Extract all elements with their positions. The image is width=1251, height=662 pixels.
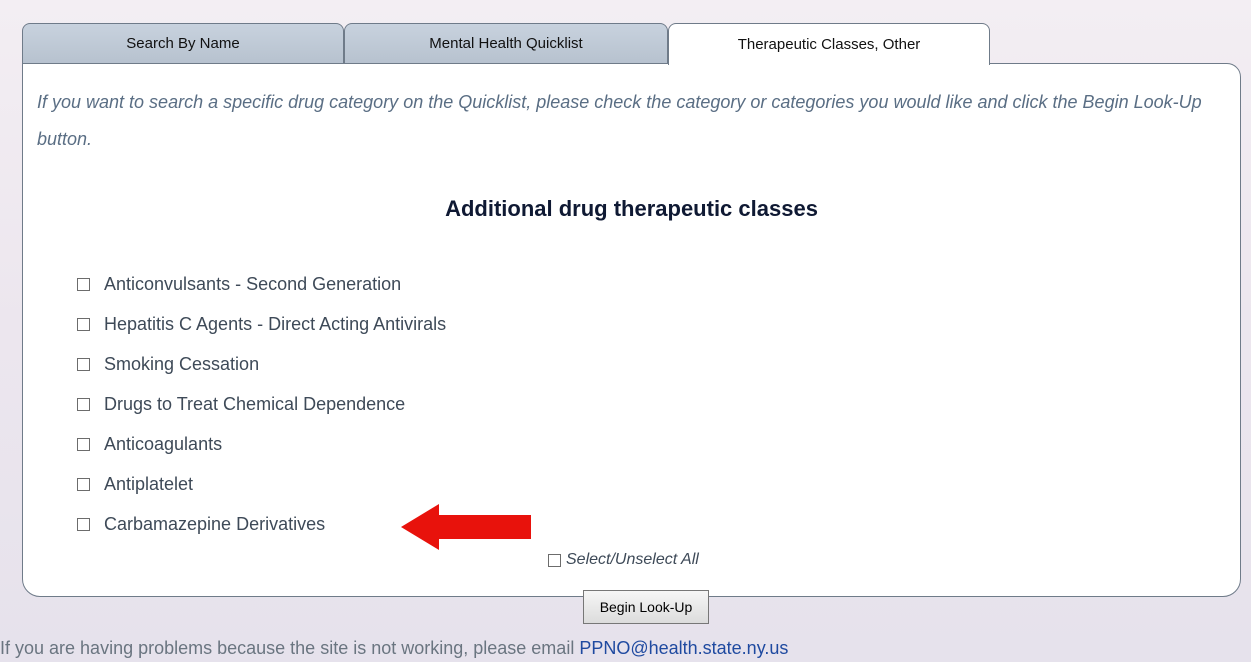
checkbox-label: Antiplatelet [104, 473, 194, 494]
select-all-label: Select/Unselect All [566, 551, 699, 568]
tab-panel: If you want to search a specific drug ca… [22, 63, 1241, 624]
select-all-row: Select/Unselect All [548, 551, 699, 569]
checkbox-antiplatelet[interactable] [77, 477, 90, 491]
checkbox-hepatitis-c-agents[interactable] [77, 317, 90, 331]
tab-search-by-name[interactable]: Search By Name [22, 23, 344, 63]
list-item: Carbamazepine Derivatives [77, 504, 446, 544]
list-item: Antiplatelet [77, 464, 446, 504]
footer-message: If you are having problems because the s… [0, 638, 580, 658]
checkbox-chemical-dependence[interactable] [77, 397, 90, 411]
list-item: Anticoagulants [77, 424, 446, 464]
checkbox-label: Smoking Cessation [104, 353, 260, 374]
select-all-checkbox[interactable] [548, 553, 561, 567]
list-item: Smoking Cessation [77, 344, 446, 384]
list-item: Hepatitis C Agents - Direct Acting Antiv… [77, 304, 446, 344]
checkbox-label: Anticoagulants [104, 433, 223, 454]
checkbox-label: Anticonvulsants - Second Generation [104, 273, 402, 294]
checkbox-smoking-cessation[interactable] [77, 357, 90, 371]
begin-look-up-button[interactable]: Begin Look-Up [583, 590, 709, 624]
class-checkbox-list: Anticonvulsants - Second Generation Hepa… [77, 264, 446, 544]
section-heading: Additional drug therapeutic classes [445, 196, 818, 221]
list-item: Anticonvulsants - Second Generation [77, 264, 446, 304]
footer-text: If you are having problems because the s… [0, 638, 788, 659]
red-arrow-icon [401, 504, 531, 550]
list-item: Drugs to Treat Chemical Dependence [77, 384, 446, 424]
checkbox-carbamazepine-derivatives[interactable] [77, 517, 90, 531]
email-link[interactable]: PPNO@health.state.ny.us [579, 638, 788, 658]
instructions-text: If you want to search a specific drug ca… [37, 92, 1202, 149]
checkbox-label: Carbamazepine Derivatives [104, 513, 326, 534]
checkbox-anticoagulants[interactable] [77, 437, 90, 451]
checkbox-label: Hepatitis C Agents - Direct Acting Antiv… [104, 313, 447, 334]
checkbox-anticonvulsants[interactable] [77, 277, 90, 291]
tab-therapeutic-classes-other[interactable]: Therapeutic Classes, Other [668, 23, 990, 65]
tab-mental-health-quicklist[interactable]: Mental Health Quicklist [344, 23, 668, 63]
checkbox-label: Drugs to Treat Chemical Dependence [104, 393, 406, 414]
